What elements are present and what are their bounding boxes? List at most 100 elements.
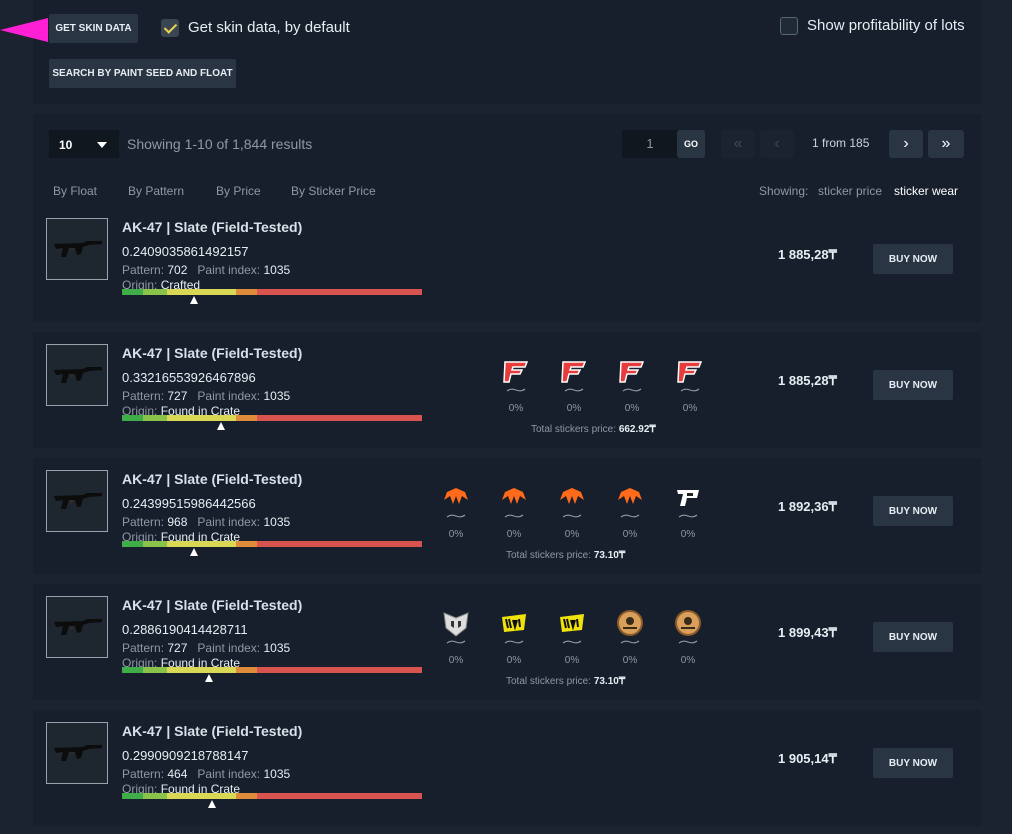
sticker-wear: 0%: [680, 655, 696, 666]
show-profitability-checkbox[interactable]: [780, 17, 798, 35]
fnatic-sticker-icon: [615, 482, 645, 516]
sticker-wear-icon: [564, 388, 584, 392]
sticker-wear-icon: [620, 514, 640, 518]
wear-segment: [257, 541, 422, 547]
item-thumbnail[interactable]: [46, 344, 108, 406]
wear-segment: [167, 541, 236, 547]
listing-row: AK-47 | Slate (Field-Tested) 0.3321655392…: [33, 332, 981, 448]
sticker-slot[interactable]: 0%: [615, 608, 655, 666]
get-skin-data-button[interactable]: GET SKIN DATA: [49, 14, 138, 43]
total-stickers-label: Total stickers price:: [506, 550, 592, 561]
sticker-wear-icon: [678, 514, 698, 518]
show-profitability-label: Show profitability of lots: [807, 17, 965, 34]
search-paint-seed-button[interactable]: SEARCH BY PAINT SEED AND FLOAT: [49, 59, 236, 88]
sticker-slot[interactable]: 0%: [557, 482, 597, 540]
wear-segment: [167, 289, 236, 295]
wear-bar: [122, 415, 422, 421]
buy-now-button[interactable]: BUY NOW: [873, 244, 953, 274]
double-chevron-right-icon: »: [941, 135, 951, 152]
sticker-slot[interactable]: 0%: [615, 482, 655, 540]
float-value: 0.2886190414428711: [122, 622, 248, 637]
sticker-slot[interactable]: 0%: [499, 482, 539, 540]
item-name[interactable]: AK-47 | Slate (Field-Tested): [122, 219, 302, 235]
sort-by-price[interactable]: By Price: [216, 184, 261, 198]
first-page-button[interactable]: «: [721, 130, 755, 158]
pattern-value: 702: [167, 263, 188, 277]
sticker-slot[interactable]: 0%: [559, 356, 599, 414]
buy-now-button[interactable]: BUY NOW: [873, 622, 953, 652]
last-page-button[interactable]: »: [928, 130, 964, 158]
show-sticker-wear-option[interactable]: sticker wear: [894, 184, 958, 198]
float-value: 0.24399515986442566: [122, 496, 256, 511]
page-number-input[interactable]: 1: [622, 130, 678, 158]
results-count: Showing 1-10 of 1,844 results: [127, 136, 313, 152]
wear-segment: [122, 415, 143, 421]
paint-index-label: Paint index:: [197, 515, 261, 529]
sort-by-pattern[interactable]: By Pattern: [128, 184, 184, 198]
item-name[interactable]: AK-47 | Slate (Field-Tested): [122, 723, 302, 739]
item-name[interactable]: AK-47 | Slate (Field-Tested): [122, 597, 302, 613]
navi-sticker-icon: [557, 608, 587, 642]
sticker-wear: 0%: [680, 529, 696, 540]
sticker-wear: 0%: [624, 403, 640, 414]
listing-row: AK-47 | Slate (Field-Tested) 0.2990909218…: [33, 710, 981, 826]
sticker-wear: 0%: [448, 655, 464, 666]
sticker-slot[interactable]: 0%: [441, 608, 481, 666]
fnatic-sticker-icon: [557, 482, 587, 516]
navi-sticker-icon: [499, 608, 529, 642]
pattern-label: Pattern:: [122, 263, 165, 277]
sticker-wear: 0%: [448, 529, 464, 540]
prev-page-button[interactable]: ‹: [760, 130, 794, 158]
show-sticker-price-option[interactable]: sticker price: [818, 184, 882, 198]
item-name[interactable]: AK-47 | Slate (Field-Tested): [122, 471, 302, 487]
next-page-button[interactable]: ›: [889, 130, 923, 158]
wear-segment: [236, 793, 257, 799]
item-thumbnail[interactable]: [46, 218, 108, 280]
sticker-slot[interactable]: 0%: [557, 608, 597, 666]
filter-panel: [33, 0, 981, 104]
sticker-slot[interactable]: 0%: [441, 482, 481, 540]
paint-index-value: 1035: [263, 263, 291, 277]
float-value: 0.2990909218788147: [122, 748, 249, 763]
sort-by-sticker-price[interactable]: By Sticker Price: [291, 184, 376, 198]
ence-sticker-icon: [673, 608, 703, 642]
wear-segment: [122, 289, 143, 295]
wear-segment: [167, 667, 236, 673]
item-thumbnail[interactable]: [46, 470, 108, 532]
buy-now-button[interactable]: BUY NOW: [873, 748, 953, 778]
total-stickers-value: 73.10₸: [593, 550, 626, 561]
wear-segment: [122, 793, 143, 799]
sort-by-float[interactable]: By Float: [53, 184, 97, 198]
paint-index-value: 1035: [263, 389, 291, 403]
pointer-arrow-icon: [0, 18, 48, 42]
item-thumbnail[interactable]: [46, 722, 108, 784]
item-thumbnail[interactable]: [46, 596, 108, 658]
wear-segment: [143, 667, 167, 673]
wear-marker-icon: [205, 674, 213, 682]
sticker-slot[interactable]: 0%: [499, 608, 539, 666]
buy-now-button[interactable]: BUY NOW: [873, 370, 953, 400]
sticker-slot[interactable]: 0%: [675, 356, 715, 414]
wear-bar: [122, 667, 422, 673]
sticker-slot[interactable]: 0%: [501, 356, 541, 414]
item-price: 1 899,43₸: [778, 625, 837, 640]
sticker-slot[interactable]: 0%: [617, 356, 657, 414]
wear-segment: [143, 793, 167, 799]
pattern-line: Pattern: 968 Paint index: 1035: [122, 515, 290, 529]
page-size-select[interactable]: 10: [49, 130, 119, 158]
buy-now-button[interactable]: BUY NOW: [873, 496, 953, 526]
sticker-slot[interactable]: 0%: [673, 608, 713, 666]
wear-segment: [143, 415, 167, 421]
sticker-slot[interactable]: 0%: [673, 482, 713, 540]
faze-sticker-icon: [559, 356, 589, 390]
item-price: 1 905,14₸: [778, 751, 837, 766]
get-skin-data-default-checkbox[interactable]: [161, 19, 179, 37]
item-name[interactable]: AK-47 | Slate (Field-Tested): [122, 345, 302, 361]
chevron-right-icon: ›: [903, 135, 909, 152]
go-button[interactable]: GO: [677, 130, 705, 158]
sticker-wear-icon: [620, 640, 640, 644]
wear-segment: [257, 289, 422, 295]
pattern-line: Pattern: 727 Paint index: 1035: [122, 389, 290, 403]
page-info: 1 from 185: [812, 136, 870, 150]
wear-segment: [167, 415, 236, 421]
